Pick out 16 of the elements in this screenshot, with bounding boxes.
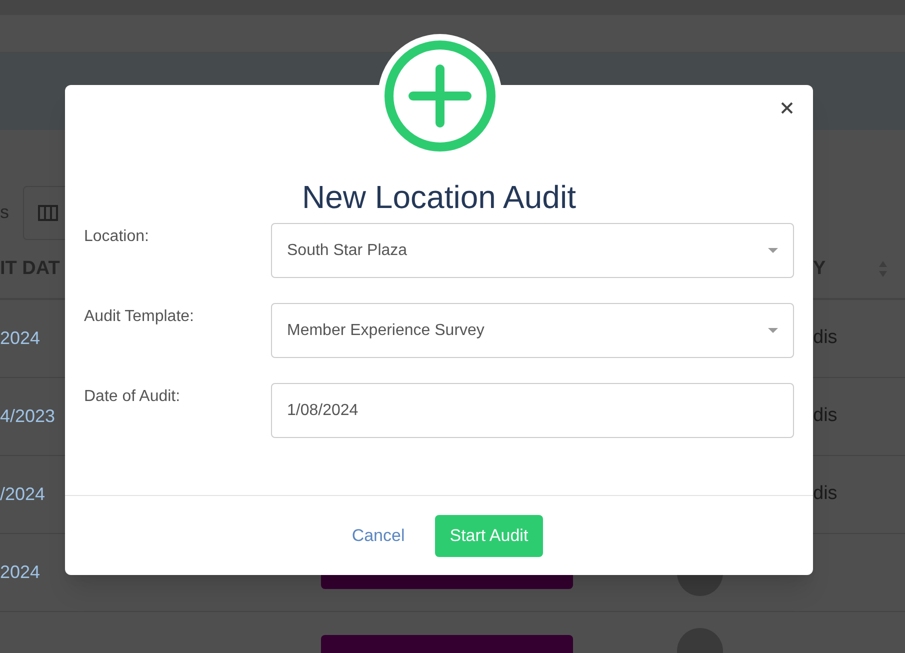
field-label: Date of Audit:	[84, 387, 182, 407]
date-link[interactable]: /2024	[0, 484, 46, 504]
modal-title: New Location Audit	[302, 178, 576, 217]
columns-icon	[38, 204, 58, 220]
date-link[interactable]: 2024	[0, 562, 40, 582]
cancel-link[interactable]: Cancel	[352, 522, 405, 548]
select-field[interactable]: Member Experience Survey	[271, 303, 794, 358]
caret-icon	[768, 248, 778, 253]
date-link[interactable]: 4/2023	[0, 406, 56, 426]
select-field[interactable]: South Star Plaza	[271, 223, 794, 278]
close-icon	[781, 102, 793, 114]
caret-icon	[768, 328, 778, 333]
field-label: Location:	[84, 227, 150, 247]
date-link[interactable]: 2024	[0, 328, 40, 348]
date-field[interactable]: 1/08/2024	[271, 383, 794, 438]
field-label: Audit Template:	[84, 307, 195, 327]
